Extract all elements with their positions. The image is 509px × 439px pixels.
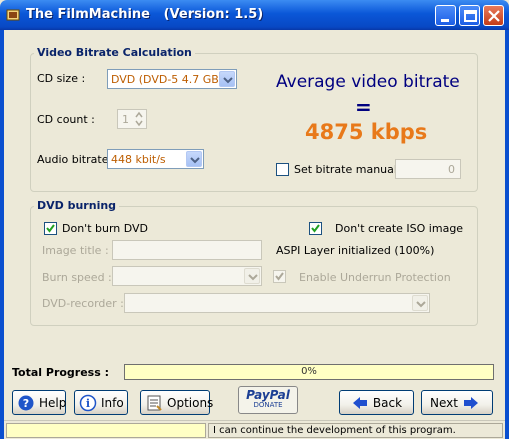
burn-speed-select[interactable] xyxy=(112,266,262,286)
cd-count-value: 1 xyxy=(122,113,129,126)
cd-size-value: DVD (DVD-5 4.7 GB) xyxy=(111,73,224,86)
options-icon xyxy=(145,394,163,412)
average-bitrate-heading: Average video bitrate xyxy=(276,72,460,92)
checkmark-icon xyxy=(311,224,320,233)
minimize-icon xyxy=(441,19,449,22)
checkmark-icon xyxy=(275,272,284,281)
dvd-recorder-select[interactable] xyxy=(124,293,430,313)
close-icon xyxy=(488,10,500,22)
total-progress-bar: 0% xyxy=(124,364,494,380)
status-bar: I can continue the development of this p… xyxy=(4,420,505,439)
checkmark-icon xyxy=(46,224,55,233)
maximize-button[interactable] xyxy=(459,5,480,26)
dropdown-arrow-icon[interactable] xyxy=(412,295,428,311)
audio-bitrate-value: 448 kbit/s xyxy=(111,153,166,166)
spin-arrows-icon[interactable] xyxy=(133,110,145,128)
manual-bitrate-value: 0 xyxy=(448,163,455,176)
window-title: The FilmMachine (Version: 1.5) xyxy=(26,7,264,22)
options-button-label: Options xyxy=(167,395,214,410)
next-button-label: Next xyxy=(430,395,458,410)
svg-text:i: i xyxy=(86,397,90,410)
dont-burn-dvd-label: Don't burn DVD xyxy=(62,222,149,235)
total-progress-label: Total Progress : xyxy=(12,366,110,379)
burn-speed-label: Burn speed : xyxy=(42,271,112,284)
status-cell-empty xyxy=(6,423,206,438)
dvd-burning-legend: DVD burning xyxy=(34,199,120,212)
dont-burn-dvd-checkbox[interactable] xyxy=(44,222,57,235)
paypal-donate-text: DONATE xyxy=(253,401,283,409)
aspi-status: ASPI Layer initialized (100%) xyxy=(276,244,435,257)
help-button[interactable]: ? Help xyxy=(12,390,66,415)
dont-create-iso-label: Don't create ISO image xyxy=(335,222,464,235)
set-bitrate-manually-checkbox[interactable] xyxy=(276,163,289,176)
dropdown-arrow-icon[interactable] xyxy=(244,268,260,284)
cd-size-select[interactable]: DVD (DVD-5 4.7 GB) xyxy=(107,69,237,89)
paypal-donate-button[interactable]: PayPal DONATE xyxy=(238,386,298,414)
close-button[interactable] xyxy=(483,5,504,26)
info-icon: i xyxy=(79,394,97,412)
progress-percent: 0% xyxy=(301,366,317,377)
back-arrow-icon xyxy=(351,394,369,412)
dropdown-arrow-icon[interactable] xyxy=(219,71,235,87)
window-border-right xyxy=(505,30,509,439)
status-cell-message: I can continue the development of this p… xyxy=(208,423,503,438)
underrun-protection-label: Enable Underrun Protection xyxy=(299,271,451,284)
manual-bitrate-input[interactable]: 0 xyxy=(395,159,461,179)
film-icon[interactable] xyxy=(6,8,20,22)
average-bitrate-value: 4875 kbps xyxy=(305,120,428,144)
info-button-label: Info xyxy=(101,395,124,410)
next-arrow-icon xyxy=(462,394,480,412)
video-bitrate-legend: Video Bitrate Calculation xyxy=(34,46,195,59)
title-bar[interactable]: The FilmMachine (Version: 1.5) xyxy=(0,0,509,30)
cd-count-label: CD count : xyxy=(37,113,95,126)
set-bitrate-manually-label: Set bitrate manually xyxy=(294,163,407,176)
back-button-label: Back xyxy=(372,395,403,410)
window-border-left xyxy=(0,30,4,439)
audio-bitrate-select[interactable]: 448 kbit/s xyxy=(107,149,204,169)
underrun-protection-checkbox[interactable] xyxy=(273,270,286,283)
dvd-recorder-label: DVD-recorder : xyxy=(42,297,124,310)
cd-size-label: CD size : xyxy=(37,72,86,85)
equals-sign: = xyxy=(355,95,372,119)
filmmachine-window: The FilmMachine (Version: 1.5) Video Bit… xyxy=(0,0,509,439)
svg-text:?: ? xyxy=(23,397,29,410)
options-button[interactable]: Options xyxy=(140,390,214,415)
image-title-input[interactable] xyxy=(112,240,262,260)
image-title-label: Image title : xyxy=(42,244,109,257)
next-button[interactable]: Next xyxy=(421,390,493,415)
info-button[interactable]: i Info xyxy=(74,390,128,415)
help-button-label: Help xyxy=(39,395,67,410)
paypal-logo-text: PayPal xyxy=(246,388,290,402)
maximize-icon xyxy=(464,10,477,22)
dont-create-iso-checkbox[interactable] xyxy=(309,222,322,235)
cd-count-spinner[interactable]: 1 xyxy=(117,109,147,129)
help-icon: ? xyxy=(17,394,35,412)
minimize-button[interactable] xyxy=(435,5,456,26)
back-button[interactable]: Back xyxy=(339,390,414,415)
dropdown-arrow-icon[interactable] xyxy=(186,151,202,167)
status-message: I can continue the development of this p… xyxy=(213,425,456,436)
audio-bitrate-label: Audio bitrate : xyxy=(37,153,116,166)
